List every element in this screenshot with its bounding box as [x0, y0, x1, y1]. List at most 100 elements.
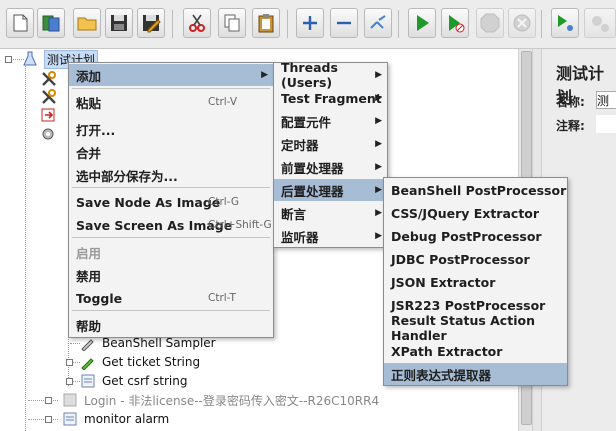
tree-node-get-ticket[interactable]: Get ticket String [80, 353, 200, 371]
menu-item-cn1[interactable]: 粘贴 Ctrl-V [69, 91, 273, 113]
remote-stop-button[interactable] [584, 8, 616, 38]
menu-item-label: BeanShell PostProcessor [391, 182, 567, 198]
menu-item-label: 添加 [76, 68, 102, 84]
menu-item-label: 帮助 [76, 318, 102, 334]
save-icon [111, 15, 127, 31]
menu-item-cn10[interactable]: 帮助 [69, 314, 273, 336]
post-processor-item-debug-postprocessor[interactable]: Debug PostProcessor [384, 225, 567, 247]
stop-button[interactable] [476, 8, 504, 38]
tree-node-monitor-alarm[interactable]: monitor alarm [62, 410, 169, 428]
submenu-arrow-icon: ▶ [375, 231, 382, 241]
start-no-pauses-button[interactable] [441, 8, 469, 38]
menu-item-label: 定时器 [281, 137, 319, 153]
collapse-all-button[interactable] [330, 8, 358, 38]
scissors-icon [189, 14, 205, 32]
menu-item-label: 后置处理器 [281, 183, 344, 199]
tree-line [25, 64, 26, 431]
cut-button[interactable] [183, 8, 211, 38]
minus-icon [337, 21, 351, 25]
submenu-arrow-icon: ▶ [375, 116, 382, 126]
flask-icon [23, 51, 37, 66]
menu-item-cn2[interactable]: 打开... [69, 118, 273, 140]
post-processor-item-regex-extractor[interactable]: 正则表达式提取器 [384, 363, 567, 385]
remote-stop-icon [592, 16, 609, 32]
tree-node-label: Login - 非法license--登录密码传入密文--R26C10RR4 [84, 393, 380, 408]
add-submenu-item-cn6[interactable]: 断言 ▶ [274, 202, 387, 224]
toggle-button[interactable] [364, 8, 392, 38]
tree-node-login[interactable]: Login - 非法license--登录密码传入密文--R26C10RR4 [62, 391, 379, 409]
context-menu: 添加 ▶ 粘贴 Ctrl-V 打开... 合并 选中部分保存为... Save Node As… [68, 62, 274, 338]
wrench-icon [42, 89, 56, 104]
save-as-icon [143, 15, 161, 33]
menu-item-shortcut: Ctrl-V [208, 96, 238, 108]
shutdown-button[interactable] [508, 8, 536, 38]
menu-item-label: 断言 [281, 206, 307, 222]
menu-item-save-node-as-image[interactable]: Save Node As Image Ctrl-G [69, 191, 273, 213]
wrench-icon [42, 71, 56, 86]
copy-button[interactable] [218, 8, 246, 38]
add-submenu-item-cn3[interactable]: 定时器 ▶ [274, 133, 387, 155]
toolbar-separator [541, 10, 542, 38]
menu-item-cn4[interactable]: 选中部分保存为... [69, 164, 273, 186]
post-processor-submenu: BeanShell PostProcessor CSS/JQuery Extrac… [383, 177, 568, 386]
folder-icon [77, 17, 97, 31]
post-processor-item-beanshell-postprocessor[interactable]: BeanShell PostProcessor [384, 179, 567, 201]
add-submenu-item-threads-users[interactable]: Threads (Users) ▶ [274, 60, 387, 90]
menu-item-toggle[interactable]: Toggle Ctrl-T [69, 287, 273, 309]
tree-expand-handle[interactable] [66, 378, 73, 385]
arrow-red-icon [41, 108, 55, 122]
tree-expand-handle[interactable] [66, 359, 73, 366]
paste-button[interactable] [252, 8, 280, 38]
add-submenu-item-cn2[interactable]: 配置元件 ▶ [274, 110, 387, 132]
transaction-controller-icon [63, 393, 77, 407]
toolbar-separator [287, 10, 288, 38]
plus-icon [303, 16, 317, 30]
add-submenu-item-test-fragment[interactable]: Test Fragment ▶ [274, 87, 387, 109]
open-button[interactable] [73, 8, 101, 38]
tree-expand-handle[interactable] [5, 56, 12, 63]
templates-button[interactable] [37, 8, 65, 38]
tree-line [28, 419, 58, 420]
post-processor-item-json-extractor[interactable]: JSON Extractor [384, 271, 567, 293]
name-label: 名称: [556, 95, 585, 109]
expand-all-button[interactable] [296, 8, 324, 38]
menu-item-cn3[interactable]: 合并 [69, 141, 273, 163]
menu-item-label: 打开... [76, 122, 116, 138]
menu-item-label: Threads (Users) [281, 60, 338, 90]
menu-separator [72, 88, 270, 89]
submenu-arrow-icon: ▶ [375, 208, 382, 218]
menu-item-cn0[interactable]: 添加 ▶ [69, 64, 273, 86]
comment-field[interactable] [596, 115, 616, 133]
tree-node-label: Get csrf string [102, 374, 188, 388]
remote-start-icon [558, 15, 573, 31]
tree-expand-handle[interactable] [45, 397, 52, 404]
add-submenu-item-cn5[interactable]: 后置处理器 ▶ [274, 179, 387, 201]
menu-item-label: 正则表达式提取器 [391, 367, 492, 383]
add-submenu-item-cn7[interactable]: 监听器 ▶ [274, 225, 387, 247]
start-button[interactable] [408, 8, 436, 38]
post-processor-item-result-status-action-handler[interactable]: Result Status Action Handler [384, 313, 567, 343]
menu-item-label: CSS/JQuery Extractor [391, 205, 540, 221]
post-processor-item-xpath-extractor[interactable]: XPath Extractor [384, 340, 567, 362]
submenu-arrow-icon: ▶ [375, 93, 382, 103]
menu-item-cn8[interactable]: 禁用 [69, 264, 273, 286]
post-processor-item-jdbc-postprocessor[interactable]: JDBC PostProcessor [384, 248, 567, 270]
tree-expand-handle[interactable] [45, 416, 52, 423]
submenu-arrow-icon: ▶ [375, 162, 382, 172]
tree-node-get-csrf[interactable]: Get csrf string [80, 372, 187, 390]
sampler-doc-icon [81, 374, 95, 388]
menu-item-save-screen-as-image[interactable]: Save Screen As Image Ctrl+Shift-G [69, 214, 273, 236]
post-processor-item-css-jquery-extractor[interactable]: CSS/JQuery Extractor [384, 202, 567, 224]
add-submenu-item-cn4[interactable]: 前置处理器 ▶ [274, 156, 387, 178]
paste-icon [258, 14, 274, 33]
comment-label: 注释: [556, 119, 585, 133]
menu-item-label: 粘贴 [76, 95, 102, 111]
submenu-arrow-icon: ▶ [375, 70, 382, 80]
menu-item-label: XPath Extractor [391, 343, 503, 359]
save-as-button[interactable] [137, 8, 165, 38]
new-button[interactable] [6, 8, 34, 38]
tree-line [28, 400, 58, 401]
remote-start-button[interactable] [551, 8, 579, 38]
name-field[interactable]: 测 [596, 91, 616, 109]
save-button[interactable] [105, 8, 133, 38]
